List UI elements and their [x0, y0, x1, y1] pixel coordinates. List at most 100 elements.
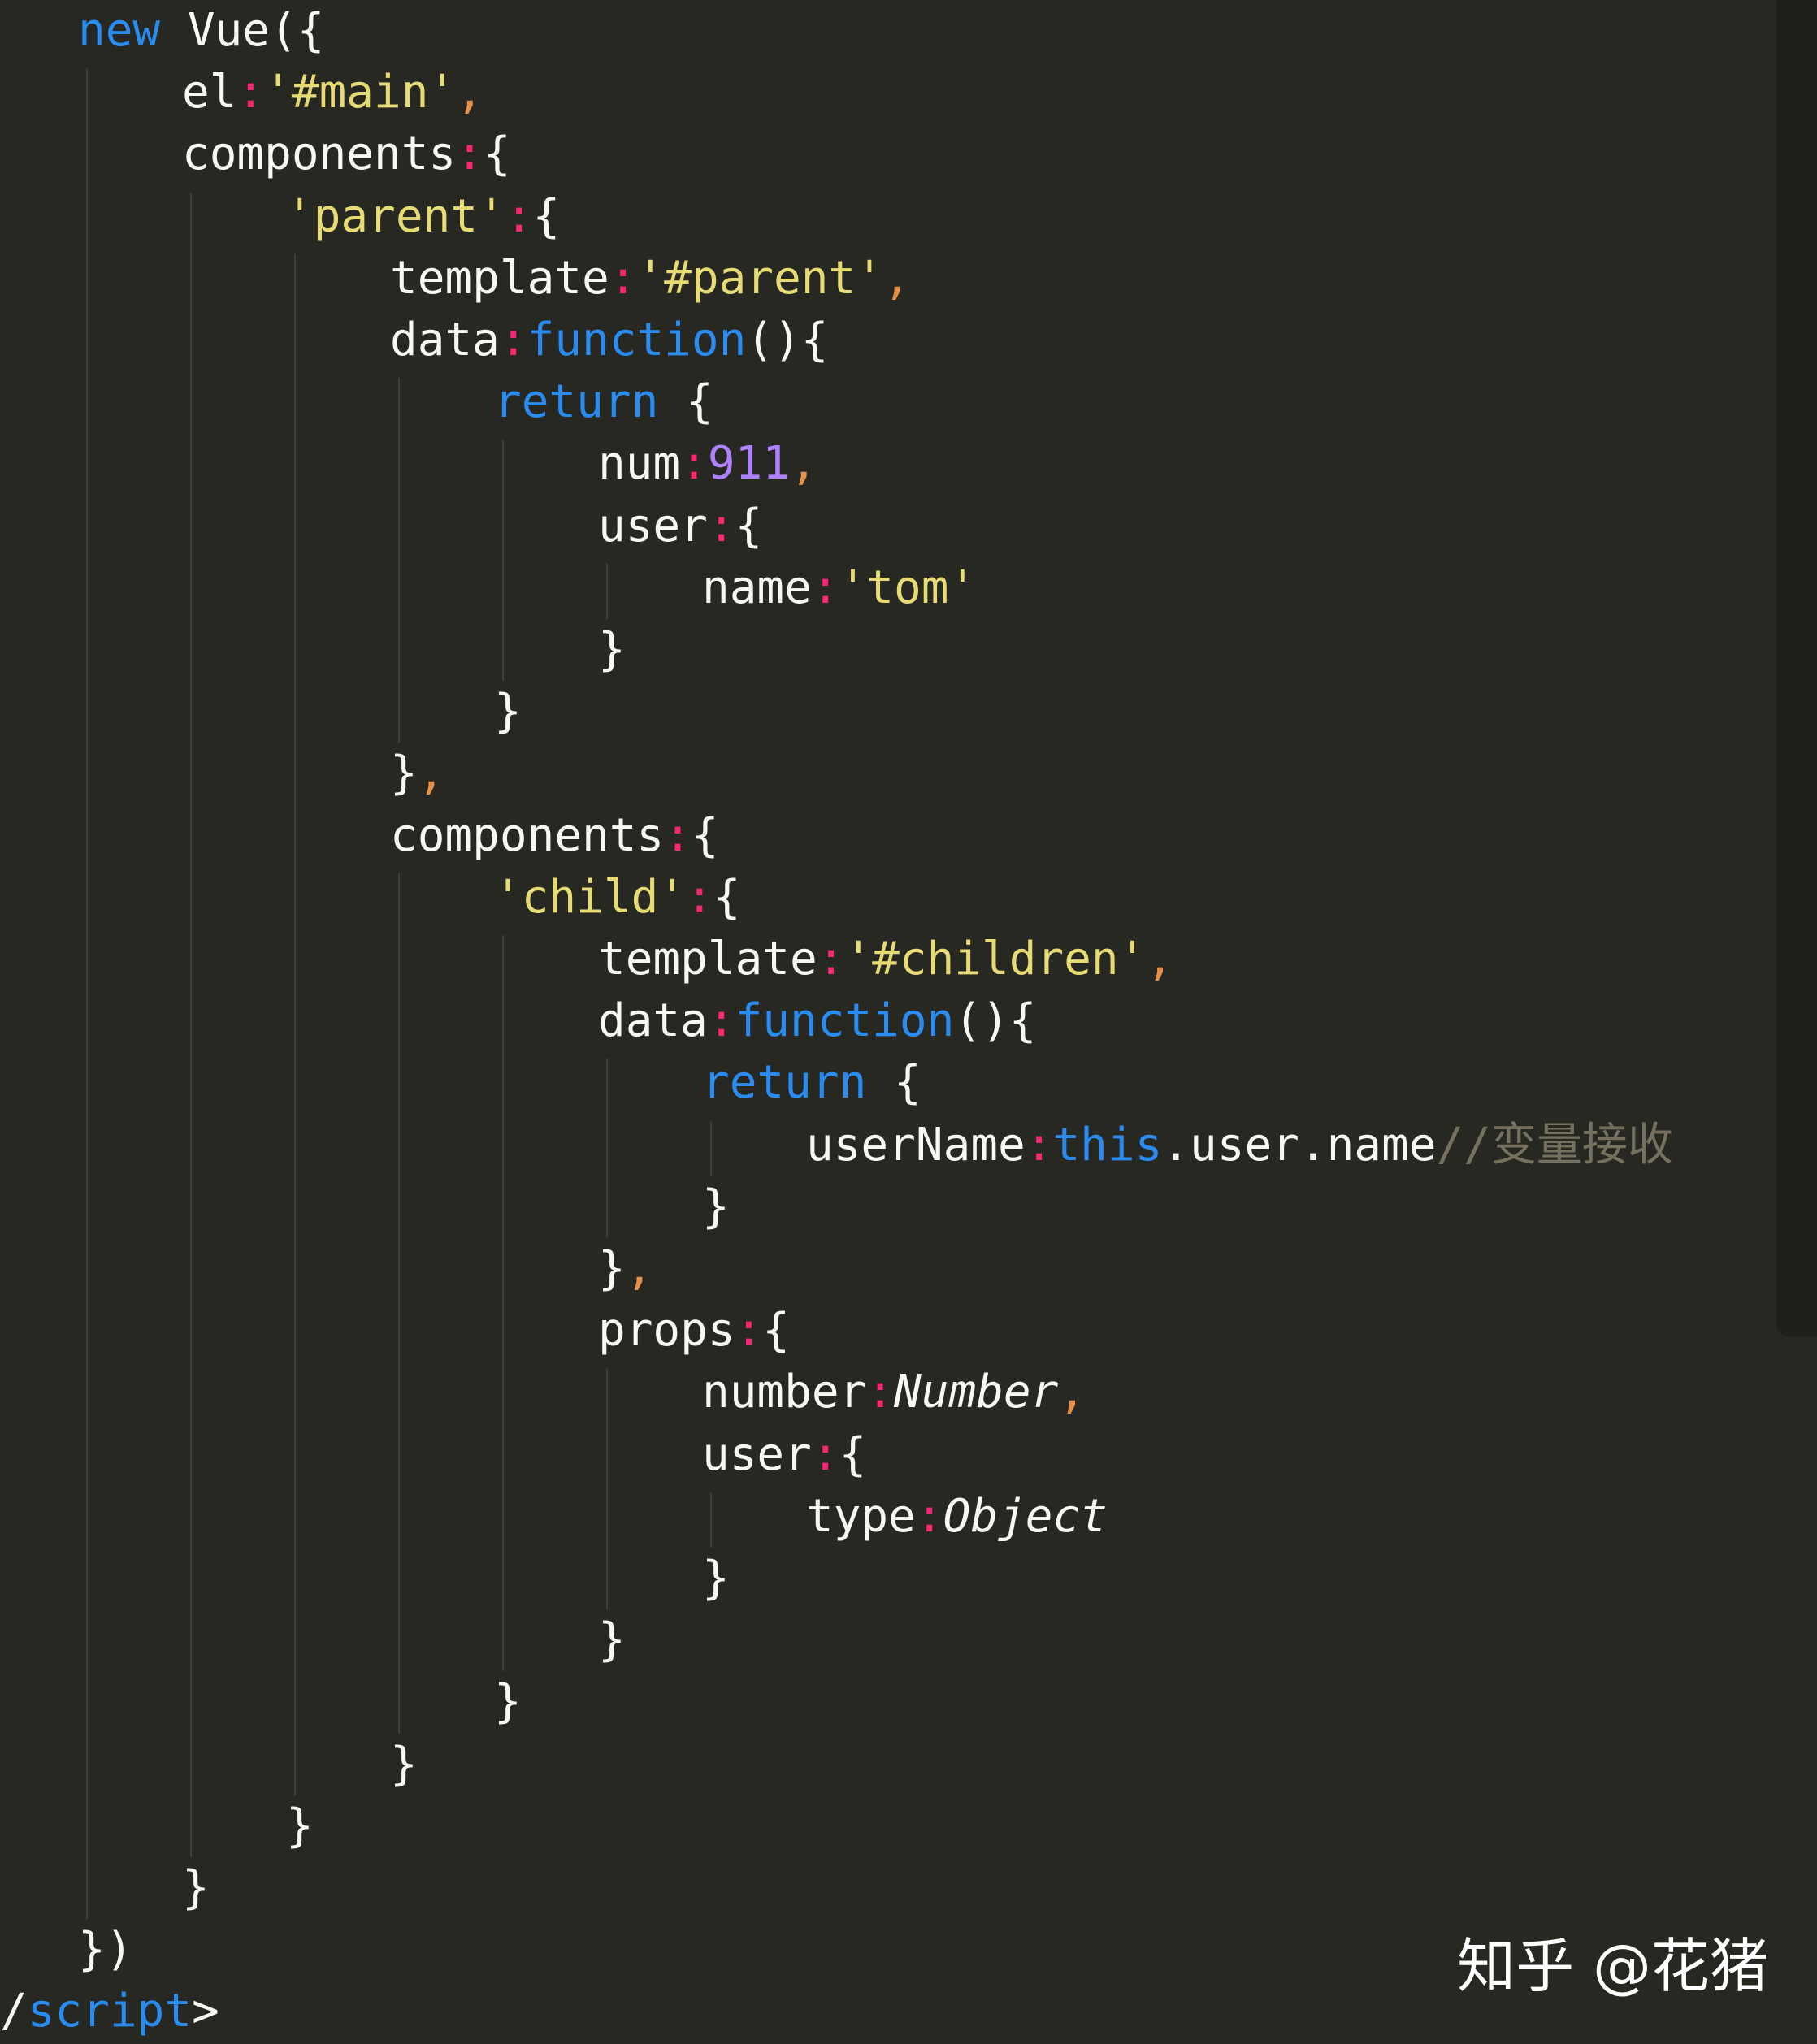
code-line: },: [390, 743, 444, 804]
code-line: }: [494, 1671, 522, 1733]
code-token-plain: {: [735, 499, 763, 552]
code-token-comma: ,: [625, 1242, 653, 1295]
code-token-colon: :: [811, 561, 839, 614]
code-token-plain: type: [806, 1489, 916, 1543]
code-line: user:{: [598, 496, 762, 557]
code-token-plain: el: [182, 66, 237, 119]
code-line: }: [182, 1857, 210, 1919]
indent-guide: [190, 192, 192, 1857]
code-token-plain: }: [598, 1242, 626, 1295]
code-line: }: [390, 1734, 418, 1795]
code-token-string: 'tom': [839, 561, 977, 614]
code-token-plain: user: [702, 1427, 812, 1481]
code-line: },: [598, 1238, 653, 1300]
code-token-colon: :: [680, 437, 708, 491]
code-token-plain: {: [713, 870, 741, 924]
code-token-plain: {: [762, 1304, 791, 1358]
code-line: template:'#children',: [598, 929, 1173, 990]
code-token-plain: >: [192, 1985, 219, 2038]
code-token-plain: (){: [746, 314, 829, 366]
code-token-plain: }): [78, 1923, 133, 1977]
code-token-plain: }: [390, 1737, 418, 1791]
code-token-colon: :: [609, 251, 637, 305]
code-line: components:{: [390, 805, 719, 867]
code-token-plain: data: [390, 314, 500, 366]
code-token-plain: }: [286, 1799, 314, 1852]
code-line: /script>: [0, 1981, 219, 2042]
code-line: }: [702, 1548, 730, 1609]
code-token-plain: template: [598, 933, 817, 985]
code-line: }: [702, 1176, 730, 1238]
code-editor[interactable]: new Vue({el:'#main', components:{'parent'…: [0, 0, 1817, 2044]
code-line: el:'#main',: [182, 62, 484, 123]
code-token-plain: data: [598, 994, 708, 1048]
code-token-plain: {: [532, 189, 561, 243]
code-token-string: '#parent': [636, 251, 883, 305]
code-token-keyword: this: [1052, 1118, 1163, 1171]
code-token-plain: {: [866, 1056, 922, 1110]
code-token-plain: components: [390, 808, 665, 862]
indent-guide: [502, 440, 504, 682]
code-line: userName:this.user.name//变量接收: [806, 1115, 1673, 1176]
code-token-string: '#main': [264, 66, 457, 119]
code-token-colon: :: [817, 933, 845, 985]
minimap-scrollbar[interactable]: [1776, 0, 1817, 1336]
code-token-plain: }: [702, 1552, 730, 1604]
code-line: return {: [702, 1052, 922, 1114]
code-token-plain: Vue({: [160, 4, 325, 57]
indent-guide: [606, 1368, 608, 1610]
code-token-plain: }: [494, 685, 522, 738]
code-token-comma: ,: [456, 66, 484, 119]
code-line: number:Number,: [702, 1362, 1086, 1423]
indent-guide: [710, 1120, 712, 1176]
code-line: }: [598, 619, 626, 681]
indent-guide: [398, 873, 400, 1734]
code-token-tag: script: [27, 1985, 193, 2038]
code-token-plain: }: [182, 1861, 210, 1914]
code-line: num:911,: [598, 433, 817, 495]
code-token-plain: }: [598, 623, 626, 676]
code-token-plain: /: [0, 1985, 28, 2038]
code-token-keyword: function: [735, 994, 955, 1048]
code-token-plain: {: [483, 128, 511, 181]
code-line: 'parent':{: [286, 186, 560, 248]
code-token-string: 'child': [494, 870, 687, 924]
code-line: user:{: [702, 1424, 866, 1486]
code-token-plain: {: [839, 1427, 867, 1481]
code-token-plain: }: [702, 1180, 730, 1233]
code-token-colon: :: [505, 189, 533, 243]
indent-guide: [398, 378, 400, 743]
code-token-colon: :: [707, 994, 735, 1048]
code-token-keyword: function: [527, 314, 747, 366]
code-token-plain: .user.name: [1162, 1118, 1437, 1171]
indent-guide: [710, 1492, 712, 1548]
code-token-type: Number: [894, 1366, 1059, 1419]
code-token-string: 'parent': [286, 189, 505, 243]
code-token-colon: :: [456, 128, 484, 181]
code-line: type:Object: [806, 1486, 1108, 1548]
code-line: return {: [494, 371, 713, 433]
indent-guide: [294, 253, 296, 1795]
code-token-keyword: return: [494, 375, 659, 429]
code-line: data:function(){: [390, 310, 828, 371]
code-token-plain: number: [702, 1366, 867, 1419]
code-token-comma: ,: [790, 437, 817, 491]
code-token-colon: :: [664, 808, 692, 862]
indent-guide: [606, 1059, 608, 1238]
code-token-colon: :: [1025, 1118, 1053, 1171]
code-line: }: [286, 1795, 314, 1857]
code-token-comma: ,: [882, 251, 911, 305]
zhihu-watermark: 知乎 @花猪: [1457, 1932, 1768, 2000]
code-line: template:'#parent',: [390, 248, 911, 310]
code-token-colon: :: [915, 1489, 943, 1543]
code-token-string: '#children': [844, 933, 1147, 985]
code-token-comma: ,: [1146, 933, 1174, 985]
code-line: name:'tom': [702, 557, 976, 619]
code-token-plain: components: [182, 128, 457, 181]
code-line: 'child':{: [494, 867, 740, 929]
code-token-plain: }: [390, 747, 418, 800]
code-token-plain: {: [691, 808, 719, 862]
code-token-plain: name: [702, 561, 812, 614]
code-token-comma: ,: [1058, 1366, 1086, 1419]
code-line: }: [494, 681, 522, 743]
